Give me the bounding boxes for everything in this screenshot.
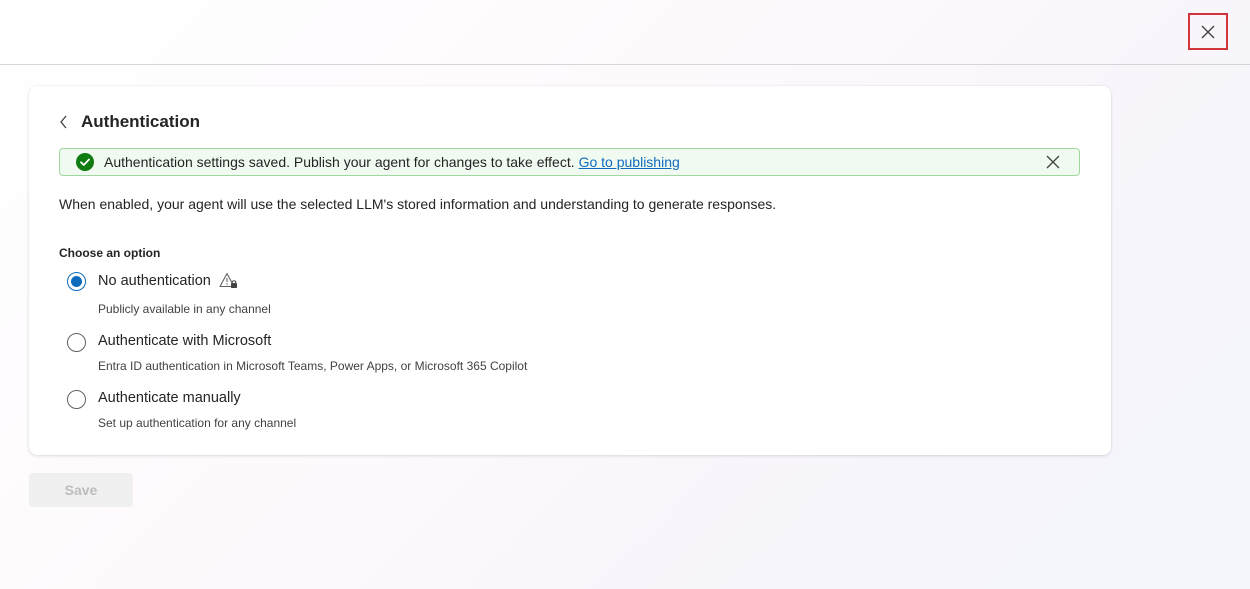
warning-lock-icon [219, 272, 239, 290]
go-to-publishing-link[interactable]: Go to publishing [579, 154, 680, 170]
radio-authenticate-manually[interactable] [67, 390, 86, 409]
close-icon [1200, 24, 1216, 40]
authentication-card: Authentication Authentication settings s… [29, 86, 1111, 455]
option-label: No authentication [98, 272, 239, 290]
option-sublabel: Publicly available in any channel [98, 302, 271, 316]
chevron-left-icon [59, 115, 69, 129]
option-label: Authenticate manually [98, 390, 241, 406]
close-panel-button[interactable] [1188, 13, 1228, 50]
save-button[interactable]: Save [29, 473, 133, 507]
radio-authenticate-microsoft[interactable] [67, 333, 86, 352]
option-sublabel: Entra ID authentication in Microsoft Tea… [98, 359, 528, 373]
options-heading: Choose an option [59, 246, 161, 260]
success-banner: Authentication settings saved. Publish y… [59, 148, 1080, 176]
dismiss-icon [1045, 154, 1061, 170]
back-button[interactable] [59, 112, 73, 132]
header: Authentication [59, 111, 200, 133]
page-title: Authentication [81, 112, 200, 131]
radio-no-authentication[interactable] [67, 272, 86, 291]
top-bar [0, 0, 1250, 65]
description-text: When enabled, your agent will use the se… [59, 196, 777, 212]
option-label: Authenticate with Microsoft [98, 333, 272, 349]
check-circle-icon [76, 153, 94, 171]
dismiss-banner-button[interactable] [1045, 154, 1061, 170]
option-sublabel: Set up authentication for any channel [98, 416, 297, 430]
option-label-text: No authentication [98, 273, 211, 289]
banner-message: Authentication settings saved. Publish y… [104, 154, 575, 170]
